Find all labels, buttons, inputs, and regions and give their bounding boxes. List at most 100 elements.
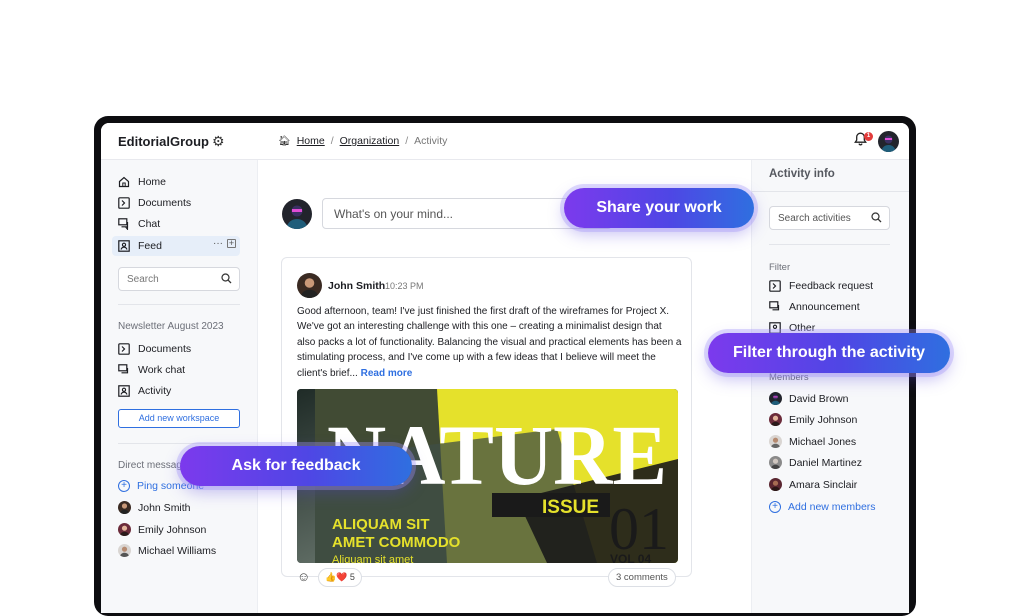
image-line3: Aliquam sit amet [332,554,413,563]
sidebar-search-input[interactable]: Search [118,267,240,291]
avatar [769,413,782,426]
chat-icon [118,364,130,376]
member-name: Amara Sinclair [789,478,858,491]
avatar[interactable] [297,273,322,298]
search-icon [871,212,882,226]
sidebar: Home Documents Chat Feed ··· + Search Ne [101,160,258,613]
avatar [769,392,782,405]
documents-icon [118,343,130,355]
home-icon [118,176,130,188]
comments-button[interactable]: 3 comments [608,568,676,587]
expand-icon[interactable]: + [227,239,236,248]
avatar [118,523,131,536]
plus-icon: + [118,480,130,492]
dm-name: Emily Johnson [138,523,207,536]
divider [752,191,909,192]
home-icon: 🏠︎ [278,135,291,147]
member-name: Daniel Martinez [789,456,862,469]
add-members-label: Add new members [788,501,876,513]
avatar [769,456,782,469]
dm-item-michael-williams[interactable]: Michael Williams [118,544,216,557]
user-avatar[interactable] [878,131,899,152]
notification-badge: 1 [864,132,873,141]
emoji-picker-icon[interactable]: ☺ [297,569,310,584]
sidebar-item-label: Documents [138,343,192,355]
breadcrumb-separator: / [330,135,334,147]
breadcrumb-current: Activity [414,135,448,147]
sidebar-item-feed[interactable]: Feed ··· + [112,236,240,256]
top-bar: EditorialGroup ⚙ 🏠︎ Home / Organization … [101,123,909,160]
plus-icon: + [769,501,781,513]
sidebar-item-label: Work chat [138,364,186,376]
add-workspace-button[interactable]: Add new workspace [118,409,240,428]
avatar [769,478,782,491]
panel-title: Activity info [769,168,835,180]
sidebar-item-label: Documents [138,197,192,209]
activity-info-panel: Activity info Search activities Filter F… [751,160,909,613]
post-text: Good afternoon, team! I've just finished… [297,306,682,379]
app-title: EditorialGroup [118,134,209,149]
divider [118,304,240,305]
composer-avatar [282,199,312,229]
divider [769,244,890,245]
post-time: 10:23 PM [385,281,424,291]
dm-item-john-smith[interactable]: John Smith [118,501,191,514]
post-body: Good afternoon, team! I've just finished… [297,304,682,381]
search-placeholder: Search [127,274,159,285]
callout-share-your-work: Share your work [564,188,754,228]
sidebar-item-label: Home [138,176,167,188]
sidebar-item-documents[interactable]: Documents [112,193,240,213]
workspace-title: Newsletter August 2023 [118,321,224,332]
member-item[interactable]: Emily Johnson [769,413,857,426]
sidebar-item-label: Feed [138,240,162,252]
feed-icon [118,240,130,252]
filter-announcement[interactable]: Announcement [769,301,860,313]
divider [118,443,240,444]
dm-name: John Smith [138,501,191,514]
activity-icon [118,385,130,397]
breadcrumb-separator: / [405,135,409,147]
breadcrumb-home[interactable]: Home [297,135,325,147]
workspace-item-activity[interactable]: Activity [112,381,240,401]
add-members-button[interactable]: + Add new members [769,501,876,513]
member-item[interactable]: Michael Jones [769,435,856,448]
image-line1: ALIQUAM SIT [332,516,430,533]
member-item[interactable]: Amara Sinclair [769,478,857,491]
member-item[interactable]: Daniel Martinez [769,456,862,469]
feed-post: John Smith 10:23 PM Good afternoon, team… [281,257,692,587]
workspace-item-work-chat[interactable]: Work chat [112,360,240,380]
breadcrumb-organization[interactable]: Organization [340,135,400,147]
image-issue: ISSUE [542,497,599,518]
gear-icon[interactable]: ⚙ [212,133,225,150]
sidebar-item-label: Activity [138,385,172,397]
documents-icon [769,280,781,292]
post-author[interactable]: John Smith [328,280,385,292]
callout-filter-activity: Filter through the activity [708,333,950,373]
member-name: Emily Johnson [789,413,858,426]
callout-ask-for-feedback: Ask for feedback [180,446,412,486]
filter-label: Feedback request [789,280,874,292]
breadcrumb: 🏠︎ Home / Organization / Activity [278,135,447,147]
member-name: Michael Jones [789,435,857,448]
filter-label: Announcement [789,301,860,313]
avatar [769,435,782,448]
member-name: David Brown [789,392,849,405]
sidebar-item-home[interactable]: Home [112,172,240,192]
sidebar-item-chat[interactable]: Chat [112,214,240,234]
documents-icon [118,197,130,209]
dm-item-emily-johnson[interactable]: Emily Johnson [118,523,206,536]
sidebar-item-label: Chat [138,218,161,230]
dm-name: Michael Williams [138,544,217,557]
member-item[interactable]: David Brown [769,392,849,405]
filter-title: Filter [769,262,791,273]
image-vol: VOL 04 [610,552,651,563]
workspace-item-documents[interactable]: Documents [112,339,240,359]
chat-icon [769,301,781,313]
search-placeholder: Search activities [778,213,851,224]
members-title: Members [769,372,809,383]
read-more-link[interactable]: Read more [361,368,413,379]
filter-feedback-request[interactable]: Feedback request [769,280,873,292]
more-icon[interactable]: ··· [213,238,223,249]
reactions-pill[interactable]: 👍❤️ 5 [318,568,362,587]
activity-search-input[interactable]: Search activities [769,206,890,230]
